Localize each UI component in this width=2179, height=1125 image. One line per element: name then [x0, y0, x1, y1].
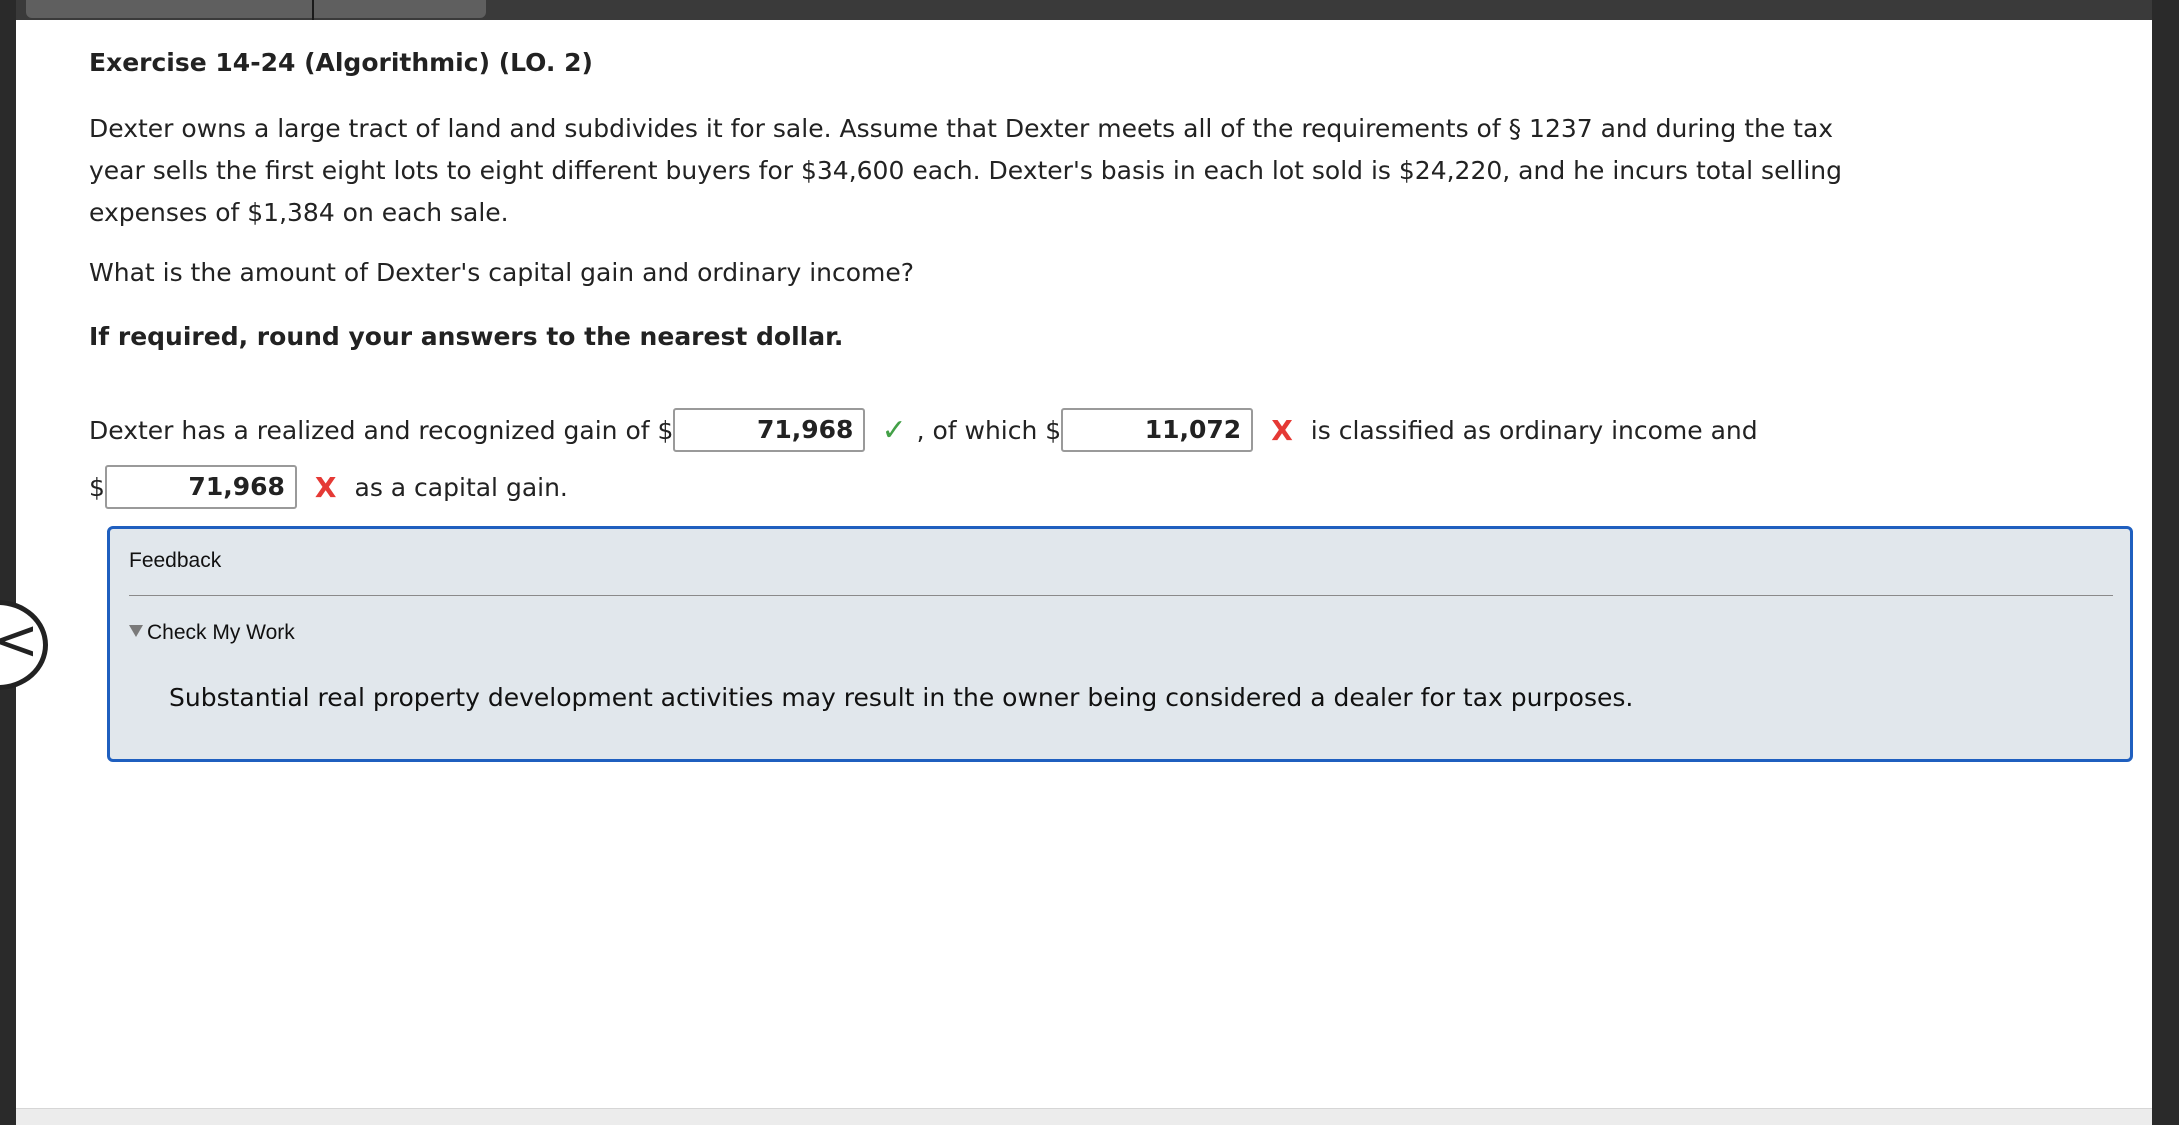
realized-gain-input[interactable]: 71,968	[673, 408, 866, 452]
capital-gain-input[interactable]: 71,968	[104, 465, 297, 509]
answer-text: is classified as ordinary income and	[1310, 415, 1758, 445]
paragraph-line: Dexter owns a large tract of land and su…	[89, 114, 1834, 143]
answer-text: $	[89, 472, 105, 502]
exercise-title: Exercise 14-24 (Algorithmic) (LO. 2)	[89, 48, 593, 77]
browser-tab[interactable]	[26, 0, 486, 18]
paragraph-line: expenses of $1,384 on each sale.	[89, 198, 509, 227]
exercise-instruction: If required, round your answers to the n…	[89, 322, 844, 351]
exercise-question: What is the amount of Dexter's capital g…	[89, 258, 915, 287]
left-rail	[0, 0, 16, 1124]
answer-text: , of which $	[916, 415, 1062, 445]
answer-text: as a capital gain.	[354, 472, 568, 502]
feedback-divider	[129, 595, 2113, 596]
chevron-left-icon: <	[0, 608, 39, 673]
check-icon: ✓	[881, 412, 907, 448]
ordinary-income-input[interactable]: 11,072	[1061, 408, 1254, 452]
triangle-down-icon	[129, 625, 143, 637]
answer-text: Dexter has a realized and recognized gai…	[89, 415, 674, 445]
exercise-paragraph: Dexter owns a large tract of land and su…	[89, 108, 1849, 234]
answer-line-1: Dexter has a realized and recognized gai…	[89, 407, 1758, 453]
x-icon: X	[314, 470, 337, 504]
page-bottom-edge	[16, 1108, 2152, 1125]
answer-line-2: $ 71,968 X as a capital gain.	[89, 464, 568, 510]
feedback-label: Feedback	[129, 549, 222, 572]
feedback-message: Substantial real property development ac…	[169, 683, 1634, 712]
tab-divider	[312, 0, 314, 20]
check-my-work-label: Check My Work	[147, 621, 295, 644]
x-icon: X	[1271, 413, 1293, 447]
paragraph-line: year sells the first eight lots to eight…	[89, 156, 1843, 185]
feedback-panel: Feedback Check My Work Substantial real …	[107, 526, 2133, 762]
page: Exercise 14-24 (Algorithmic) (LO. 2) Dex…	[16, 20, 2152, 1110]
browser-top-bar	[0, 0, 2179, 20]
check-my-work-toggle[interactable]: Check My Work	[129, 621, 295, 645]
right-rail	[2152, 0, 2179, 1124]
